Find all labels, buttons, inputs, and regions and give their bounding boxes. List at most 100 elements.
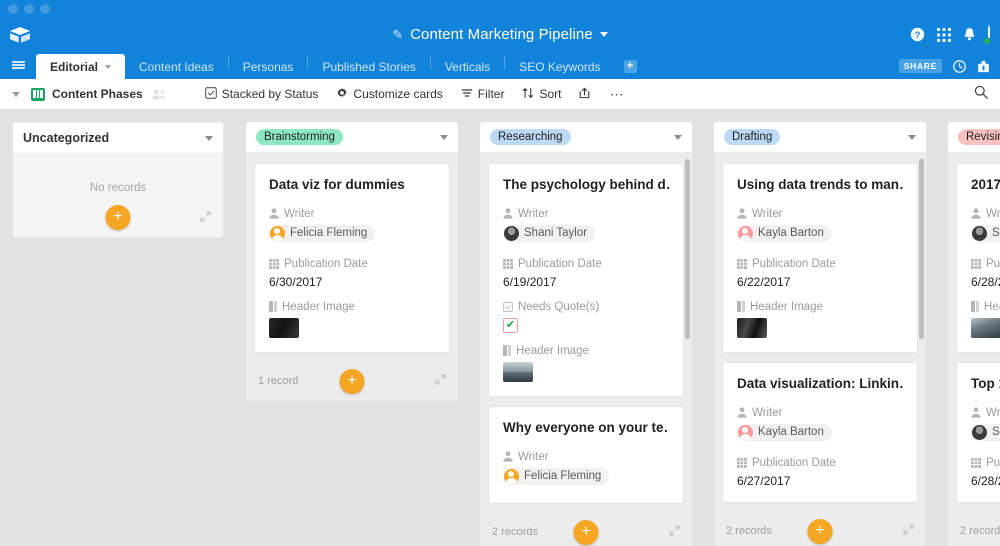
card-field-label-row: Writer <box>737 407 903 419</box>
pencil-icon[interactable]: ✎ <box>392 28 403 41</box>
kanban-card[interactable]: 2017 to… Writer Shan… Public… 6/28/201… Heade… <box>956 163 1000 353</box>
stack-card-list[interactable]: The psychology behind d… Writer Shani Tayl… <box>480 153 692 513</box>
kanban-card[interactable]: The psychology behind d… Writer Shani Tayl… <box>488 163 684 397</box>
stacked-check-icon <box>204 86 217 102</box>
kanban-stack[interactable]: Researching The psychology behind d… Write… <box>480 122 692 546</box>
search-button[interactable] <box>974 85 988 104</box>
card-title: The psychology behind d… <box>503 177 669 192</box>
window-minimize-dot[interactable] <box>24 4 34 14</box>
card-field: Needs Quote(s) ✔ <box>503 301 669 333</box>
card-field: Heade… <box>971 301 1000 338</box>
tab-seo-keywords[interactable]: SEO Keywords <box>505 55 614 79</box>
attachment-thumbnail[interactable] <box>737 317 767 338</box>
import-icon[interactable] <box>977 60 990 73</box>
kanban-stack[interactable]: Revising 2017 to… Writer Shan… Public… 6/28/2… <box>948 122 1000 546</box>
add-record-button[interactable]: + <box>339 368 365 394</box>
collaborator-avatar <box>738 225 753 241</box>
stack-card-list[interactable]: 2017 to… Writer Shan… Public… 6/28/201… Heade… <box>948 153 1000 512</box>
share-button[interactable]: SHARE <box>898 59 942 73</box>
tab-personas[interactable]: Personas <box>229 55 308 79</box>
share-view-button[interactable] <box>570 83 600 105</box>
stack-card-list[interactable]: Using data trends to man… Writer Kayla Bar… <box>714 153 926 512</box>
filter-button[interactable]: Filter <box>452 83 514 105</box>
kanban-card[interactable]: Data visualization: Linkin… Writer Kayla B… <box>722 361 918 503</box>
history-clock-icon[interactable] <box>953 59 966 73</box>
stack-menu-chevron-down-icon[interactable] <box>908 134 916 140</box>
expand-stack-icon[interactable] <box>903 524 914 538</box>
add-record-button[interactable]: + <box>573 519 599 545</box>
status-badge: Researching <box>490 129 571 145</box>
collaborator-chip[interactable]: Shani Taylor <box>503 224 596 242</box>
tab-content-ideas[interactable]: Content Ideas <box>125 55 228 79</box>
card-title: Why everyone on your te… <box>503 419 669 435</box>
stacked-by-status-button[interactable]: Stacked by Status <box>196 83 328 105</box>
kanban-card[interactable]: Why everyone on your te… Writer Felicia Fl… <box>488 405 684 504</box>
stack-vertical-scrollbar[interactable] <box>919 159 924 339</box>
stack-menu-chevron-down-icon[interactable] <box>205 135 213 141</box>
collaborator-chip[interactable]: Felicia Fleming <box>269 224 376 242</box>
toolbar-actions: Stacked by Status Customize cards Filter… <box>196 83 634 105</box>
attachment-thumbnail[interactable] <box>269 317 299 338</box>
add-record-button[interactable]: + <box>807 518 833 544</box>
card-field: Public… 6/28/201… <box>971 457 1000 488</box>
kanban-stack[interactable]: Brainstorming Data viz for dummies Writer F… <box>246 122 458 401</box>
sort-icon <box>522 87 534 102</box>
collaborator-chip[interactable]: Shan… <box>971 224 1000 242</box>
stack-card-list[interactable]: No records <box>13 154 223 198</box>
card-field-label: Header Image <box>750 300 823 313</box>
expand-stack-icon[interactable] <box>200 211 211 225</box>
stack-card-list[interactable]: Data viz for dummies Writer Felicia Flemin… <box>246 153 458 362</box>
customize-cards-button[interactable]: Customize cards <box>327 83 451 105</box>
kanban-card[interactable]: Top 10 Writer Shan… Public… 6/28/201… <box>956 361 1000 503</box>
tab-editorial[interactable]: Editorial <box>36 54 126 79</box>
apps-grid-icon[interactable] <box>937 27 951 42</box>
help-icon[interactable]: ? <box>910 27 925 42</box>
add-record-button[interactable]: + <box>105 205 131 230</box>
airtable-logo-icon[interactable] <box>0 26 40 44</box>
window-maximize-dot[interactable] <box>40 4 50 14</box>
kanban-stack[interactable]: Uncategorized No records + <box>12 122 224 238</box>
card-field-value: 6/27/2017 <box>737 473 791 488</box>
stack-title: Uncategorized <box>23 131 110 145</box>
stack-menu-chevron-down-icon[interactable] <box>440 134 448 140</box>
stack-vertical-scrollbar[interactable] <box>685 159 690 339</box>
stack-menu-chevron-down-icon[interactable] <box>674 134 682 140</box>
page-title: Content Marketing Pipeline <box>410 26 593 43</box>
collaborator-chip[interactable]: Kayla Barton <box>737 224 832 242</box>
card-field: Writer Felicia Fleming <box>503 451 669 489</box>
collaborators-icon[interactable] <box>151 89 167 100</box>
tab-label: Verticals <box>444 60 491 74</box>
card-field: Publication Date 6/22/2017 <box>737 258 903 289</box>
kanban-board[interactable]: Uncategorized No records + Brainstorming Dat… <box>0 110 1000 546</box>
more-options-button[interactable]: ⋯ <box>600 83 633 105</box>
current-view-chip[interactable]: Content Phases <box>31 87 167 101</box>
user-avatar-wrap[interactable] <box>983 24 991 45</box>
stack-header: Drafting <box>714 122 926 153</box>
add-table-button[interactable]: + <box>623 60 637 73</box>
checkbox-checked-icon[interactable]: ✔ <box>503 317 518 333</box>
notifications-bell-icon[interactable] <box>963 27 976 42</box>
tab-verticals[interactable]: Verticals <box>431 55 504 79</box>
collaborator-chip[interactable]: Shan… <box>971 423 1000 441</box>
view-sidebar-toggle-icon[interactable] <box>12 91 20 97</box>
collaborator-chip[interactable]: Kayla Barton <box>737 423 832 441</box>
collaborator-chip[interactable]: Felicia Fleming <box>503 467 610 485</box>
expand-stack-icon[interactable] <box>669 525 680 539</box>
chevron-down-icon[interactable] <box>105 64 112 69</box>
date-grid-icon <box>269 258 279 269</box>
tab-published-stories[interactable]: Published Stories <box>308 55 429 79</box>
kanban-card[interactable]: Data viz for dummies Writer Felicia Flemin… <box>254 163 450 353</box>
attachment-thumbnail[interactable] <box>503 361 533 382</box>
expand-stack-icon[interactable] <box>435 374 446 388</box>
kanban-stack[interactable]: Drafting Using data trends to man… Writer K… <box>714 122 926 546</box>
person-icon <box>503 451 513 462</box>
sort-button[interactable]: Sort <box>513 83 570 105</box>
attachment-thumbnail[interactable] <box>971 317 1000 338</box>
person-icon <box>737 208 747 219</box>
window-close-dot[interactable] <box>8 4 18 14</box>
kanban-card[interactable]: Using data trends to man… Writer Kayla Bar… <box>722 163 918 353</box>
hamburger-menu-icon[interactable] <box>0 51 36 79</box>
card-field: Public… 6/28/201… <box>971 258 1000 289</box>
chevron-down-icon[interactable] <box>599 32 608 37</box>
collaborator-avatar <box>738 424 753 440</box>
